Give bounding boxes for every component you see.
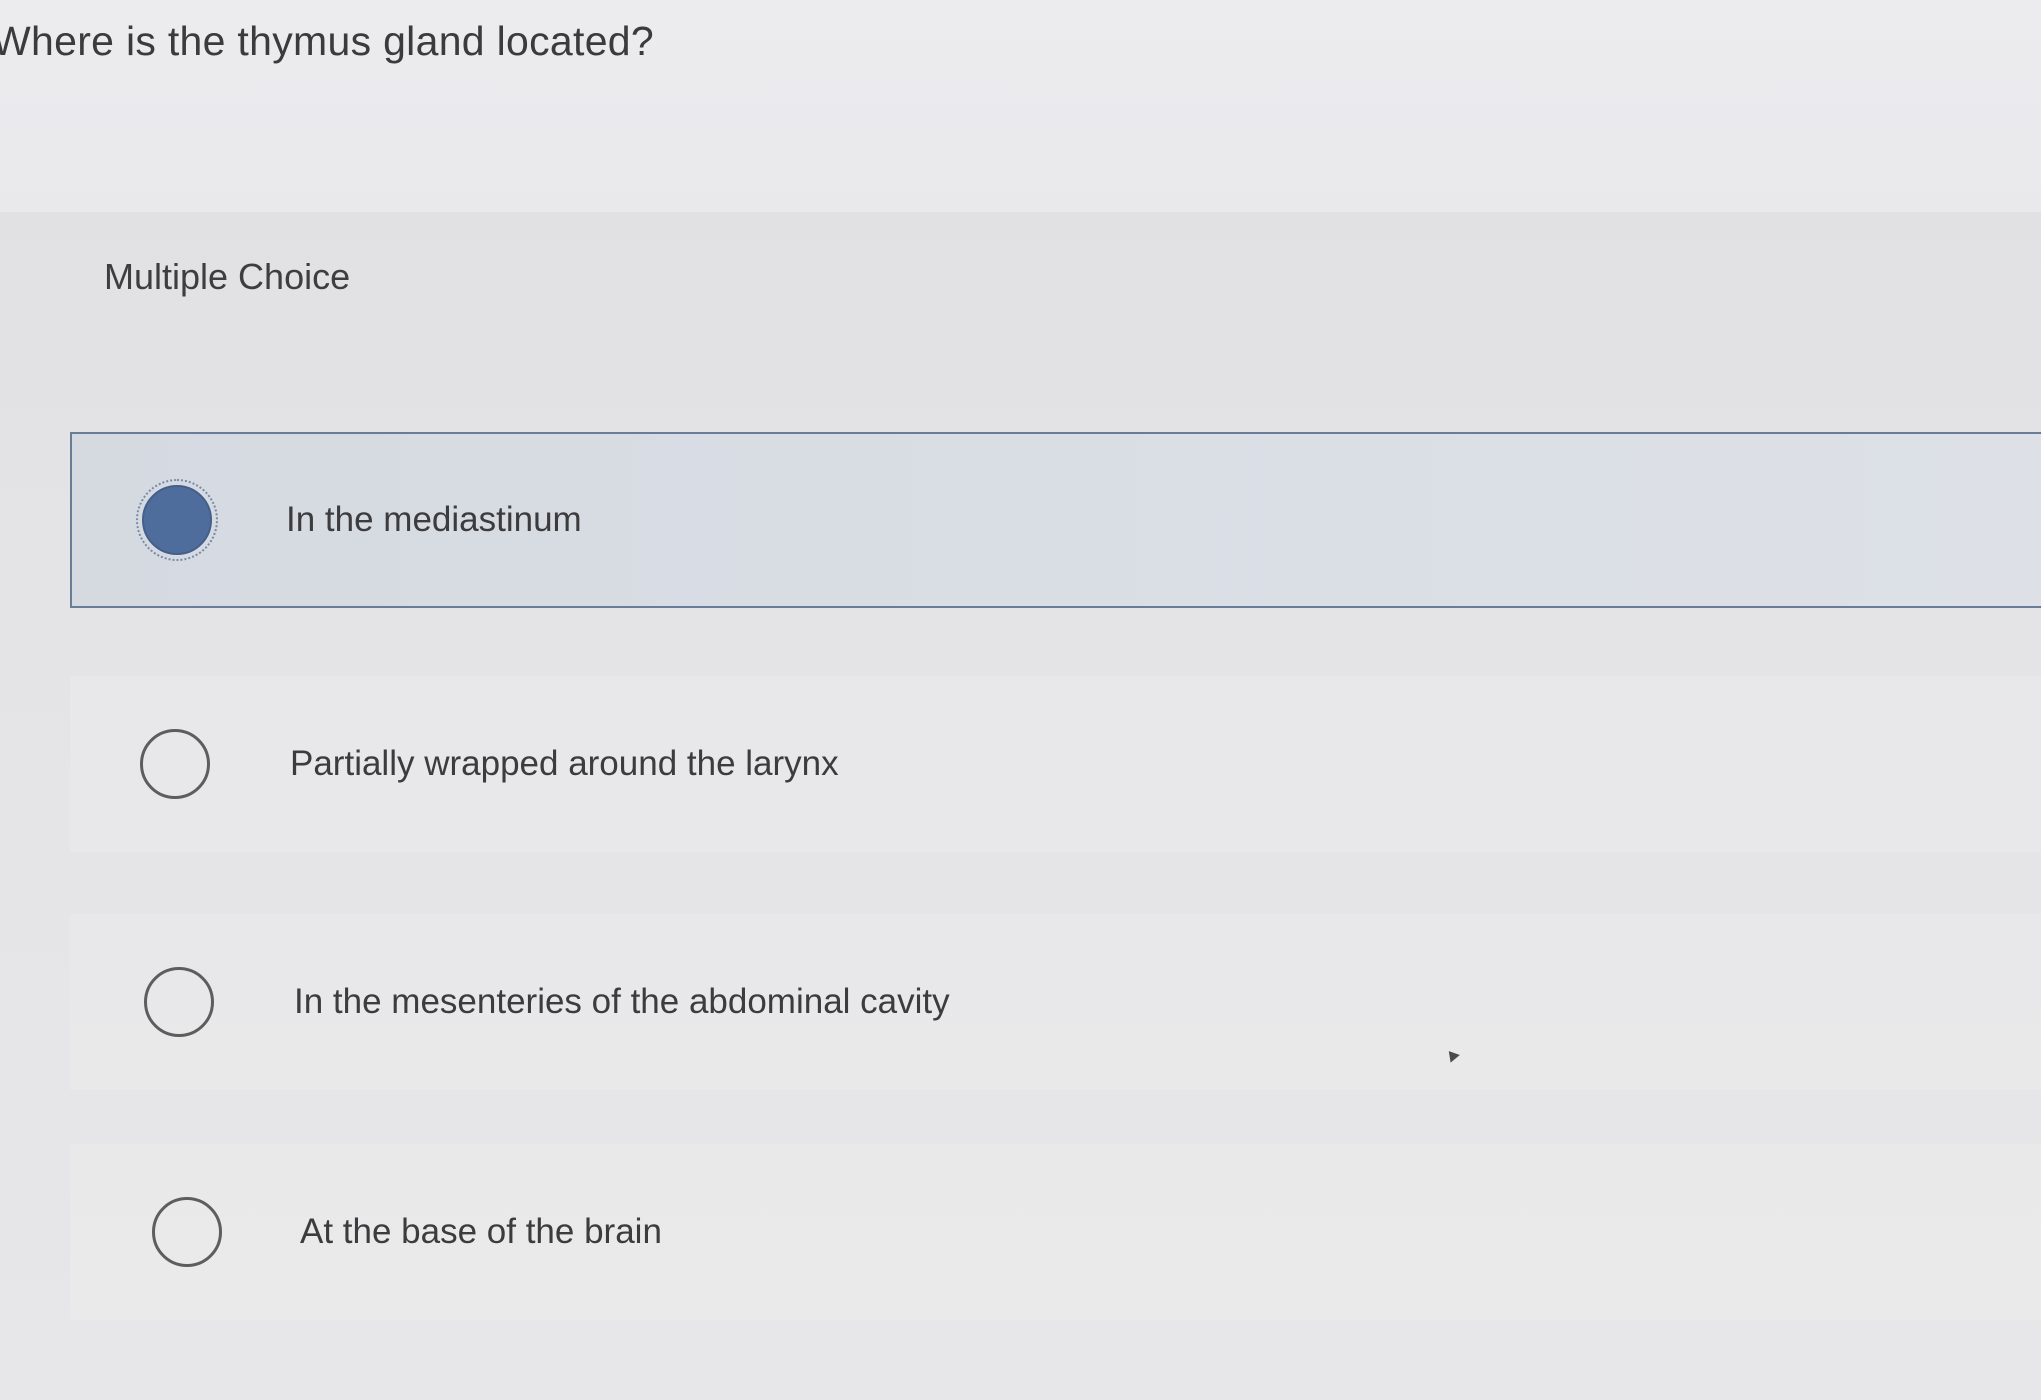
answer-option-label: In the mediastinum <box>286 500 582 539</box>
answer-option[interactable]: Partially wrapped around the larynx <box>70 676 2041 852</box>
answer-option-label: In the mesenteries of the abdominal cavi… <box>294 982 950 1021</box>
answer-option-label: Partially wrapped around the larynx <box>290 744 839 783</box>
answer-option[interactable]: In the mesenteries of the abdominal cavi… <box>70 914 2041 1090</box>
radio-button[interactable] <box>144 967 214 1037</box>
answer-option-label: At the base of the brain <box>300 1212 662 1251</box>
question-text: Where is the thymus gland located? <box>0 18 654 64</box>
radio-button[interactable] <box>152 1197 222 1267</box>
question-type-label: Multiple Choice <box>104 256 351 297</box>
answer-option-selected[interactable]: In the mediastinum <box>70 432 2041 608</box>
question-header: Where is the thymus gland located? <box>0 0 2041 212</box>
answer-option[interactable]: At the base of the brain <box>70 1144 2041 1320</box>
radio-button[interactable] <box>140 729 210 799</box>
radio-button-selected[interactable] <box>136 479 218 561</box>
